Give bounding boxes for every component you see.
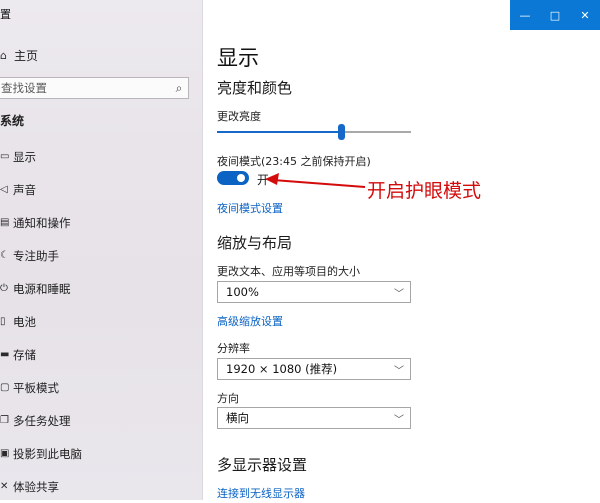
- sidebar-item-label: 存储: [13, 347, 36, 362]
- sidebar-item-8[interactable]: ❐ 多任务处理: [0, 404, 200, 437]
- sidebar-item-label: 体验共享: [13, 479, 59, 494]
- orientation-value: 横向: [226, 411, 249, 425]
- resolution-value: 1920 × 1080 (推荐): [226, 362, 338, 376]
- notification-icon: ▤: [0, 217, 10, 228]
- scale-dropdown[interactable]: 100% ﹀: [217, 281, 411, 303]
- annotation-text: 开启护眼模式: [367, 180, 482, 202]
- orientation-dropdown[interactable]: 横向 ﹀: [217, 407, 411, 429]
- orientation-label: 方向: [217, 392, 239, 405]
- tablet-icon: ▢: [0, 382, 10, 393]
- battery-icon: ▯: [0, 316, 6, 327]
- scale-label: 更改文本、应用等项目的大小: [217, 265, 360, 278]
- sidebar-home[interactable]: ⌂ 主页: [0, 44, 200, 66]
- brightness-slider[interactable]: [217, 124, 411, 140]
- share-icon: ✕: [0, 481, 9, 492]
- sidebar-item-label: 通知和操作: [13, 215, 71, 230]
- maximize-button[interactable]: □: [540, 0, 570, 30]
- sidebar-item-5[interactable]: ▯ 电池: [0, 305, 200, 338]
- sidebar-item-label: 声音: [13, 182, 36, 197]
- sidebar-item-10[interactable]: ✕ 体验共享: [0, 470, 200, 503]
- storage-icon: ▬: [0, 349, 10, 360]
- search-placeholder: 查找设置: [1, 81, 47, 95]
- multitask-icon: ❐: [0, 415, 9, 426]
- sidebar-section-system: 系统: [0, 114, 25, 128]
- sidebar-nav: ▭ 显示 ◁ 声音 ▤ 通知和操作 ☾ 专注助手 ⏻ 电源和睡眠 ▯ 电池 ▬ 存储 ▢ 平板模式 ❐ 多任务处理…: [0, 140, 200, 503]
- sidebar-home-label: 主页: [14, 48, 39, 63]
- sidebar-item-label: 电源和睡眠: [13, 281, 71, 296]
- night-mode-label: 夜间模式(23:45 之前保持开启): [217, 155, 371, 168]
- multi-display-heading: 多显示器设置: [217, 456, 308, 474]
- annotation-arrow-icon: [265, 173, 366, 188]
- sidebar-item-7[interactable]: ▢ 平板模式: [0, 371, 200, 404]
- sidebar-item-label: 投影到此电脑: [13, 446, 82, 461]
- sidebar-item-3[interactable]: ☾ 专注助手: [0, 239, 200, 272]
- settings-sidebar: 置 ⌂ 主页 查找设置 ⌕ 系统 ▭ 显示 ◁ 声音 ▤ 通知和操作 ☾ 专注助手 ⏻ 电源和睡眠…: [0, 0, 203, 500]
- resolution-label: 分辨率: [217, 342, 250, 355]
- window-controls: — □ ✕: [510, 0, 600, 30]
- sidebar-item-9[interactable]: ▣ 投影到此电脑: [0, 437, 200, 470]
- scale-value: 100%: [226, 285, 259, 299]
- close-button[interactable]: ✕: [570, 0, 600, 30]
- chevron-down-icon: ﹀: [394, 288, 404, 300]
- minimize-button[interactable]: —: [510, 0, 540, 30]
- sidebar-item-label: 专注助手: [13, 248, 59, 263]
- search-input[interactable]: 查找设置 ⌕: [0, 77, 189, 99]
- scale-heading: 缩放与布局: [217, 234, 293, 252]
- toggle-knob: [237, 174, 245, 182]
- advanced-scale-link[interactable]: 高级缩放设置: [217, 313, 283, 329]
- brightness-heading: 亮度和颜色: [217, 79, 293, 97]
- sidebar-item-0[interactable]: ▭ 显示: [0, 140, 200, 173]
- sidebar-item-1[interactable]: ◁ 声音: [0, 173, 200, 206]
- monitor-icon: ▭: [0, 151, 10, 162]
- window-title: 置: [0, 8, 11, 21]
- sidebar-item-label: 平板模式: [13, 380, 59, 395]
- resolution-dropdown[interactable]: 1920 × 1080 (推荐) ﹀: [217, 358, 411, 380]
- project-icon: ▣: [0, 448, 10, 459]
- night-mode-settings-link[interactable]: 夜间模式设置: [217, 200, 283, 216]
- slider-fill: [217, 131, 342, 133]
- sidebar-item-2[interactable]: ▤ 通知和操作: [0, 206, 200, 239]
- chevron-down-icon: ﹀: [394, 414, 404, 426]
- night-mode-toggle[interactable]: [217, 171, 249, 185]
- sidebar-item-6[interactable]: ▬ 存储: [0, 338, 200, 371]
- moon-icon: ☾: [0, 250, 9, 261]
- slider-thumb[interactable]: [338, 124, 346, 140]
- settings-main: — □ ✕ 显示 亮度和颜色 更改亮度 夜间模式(23:45 之前保持开启) 开…: [203, 0, 600, 500]
- sidebar-item-label: 多任务处理: [13, 413, 71, 428]
- power-icon: ⏻: [0, 283, 8, 294]
- chevron-down-icon: ﹀: [394, 365, 404, 377]
- speaker-icon: ◁: [0, 184, 8, 195]
- search-icon[interactable]: ⌕: [170, 81, 188, 96]
- wireless-display-link[interactable]: 连接到无线显示器: [217, 485, 305, 501]
- brightness-label: 更改亮度: [217, 110, 261, 123]
- sidebar-item-label: 显示: [13, 149, 36, 164]
- sidebar-item-4[interactable]: ⏻ 电源和睡眠: [0, 272, 200, 305]
- sidebar-item-label: 电池: [13, 314, 36, 329]
- home-icon: ⌂: [0, 48, 7, 62]
- page-title: 显示: [217, 46, 259, 70]
